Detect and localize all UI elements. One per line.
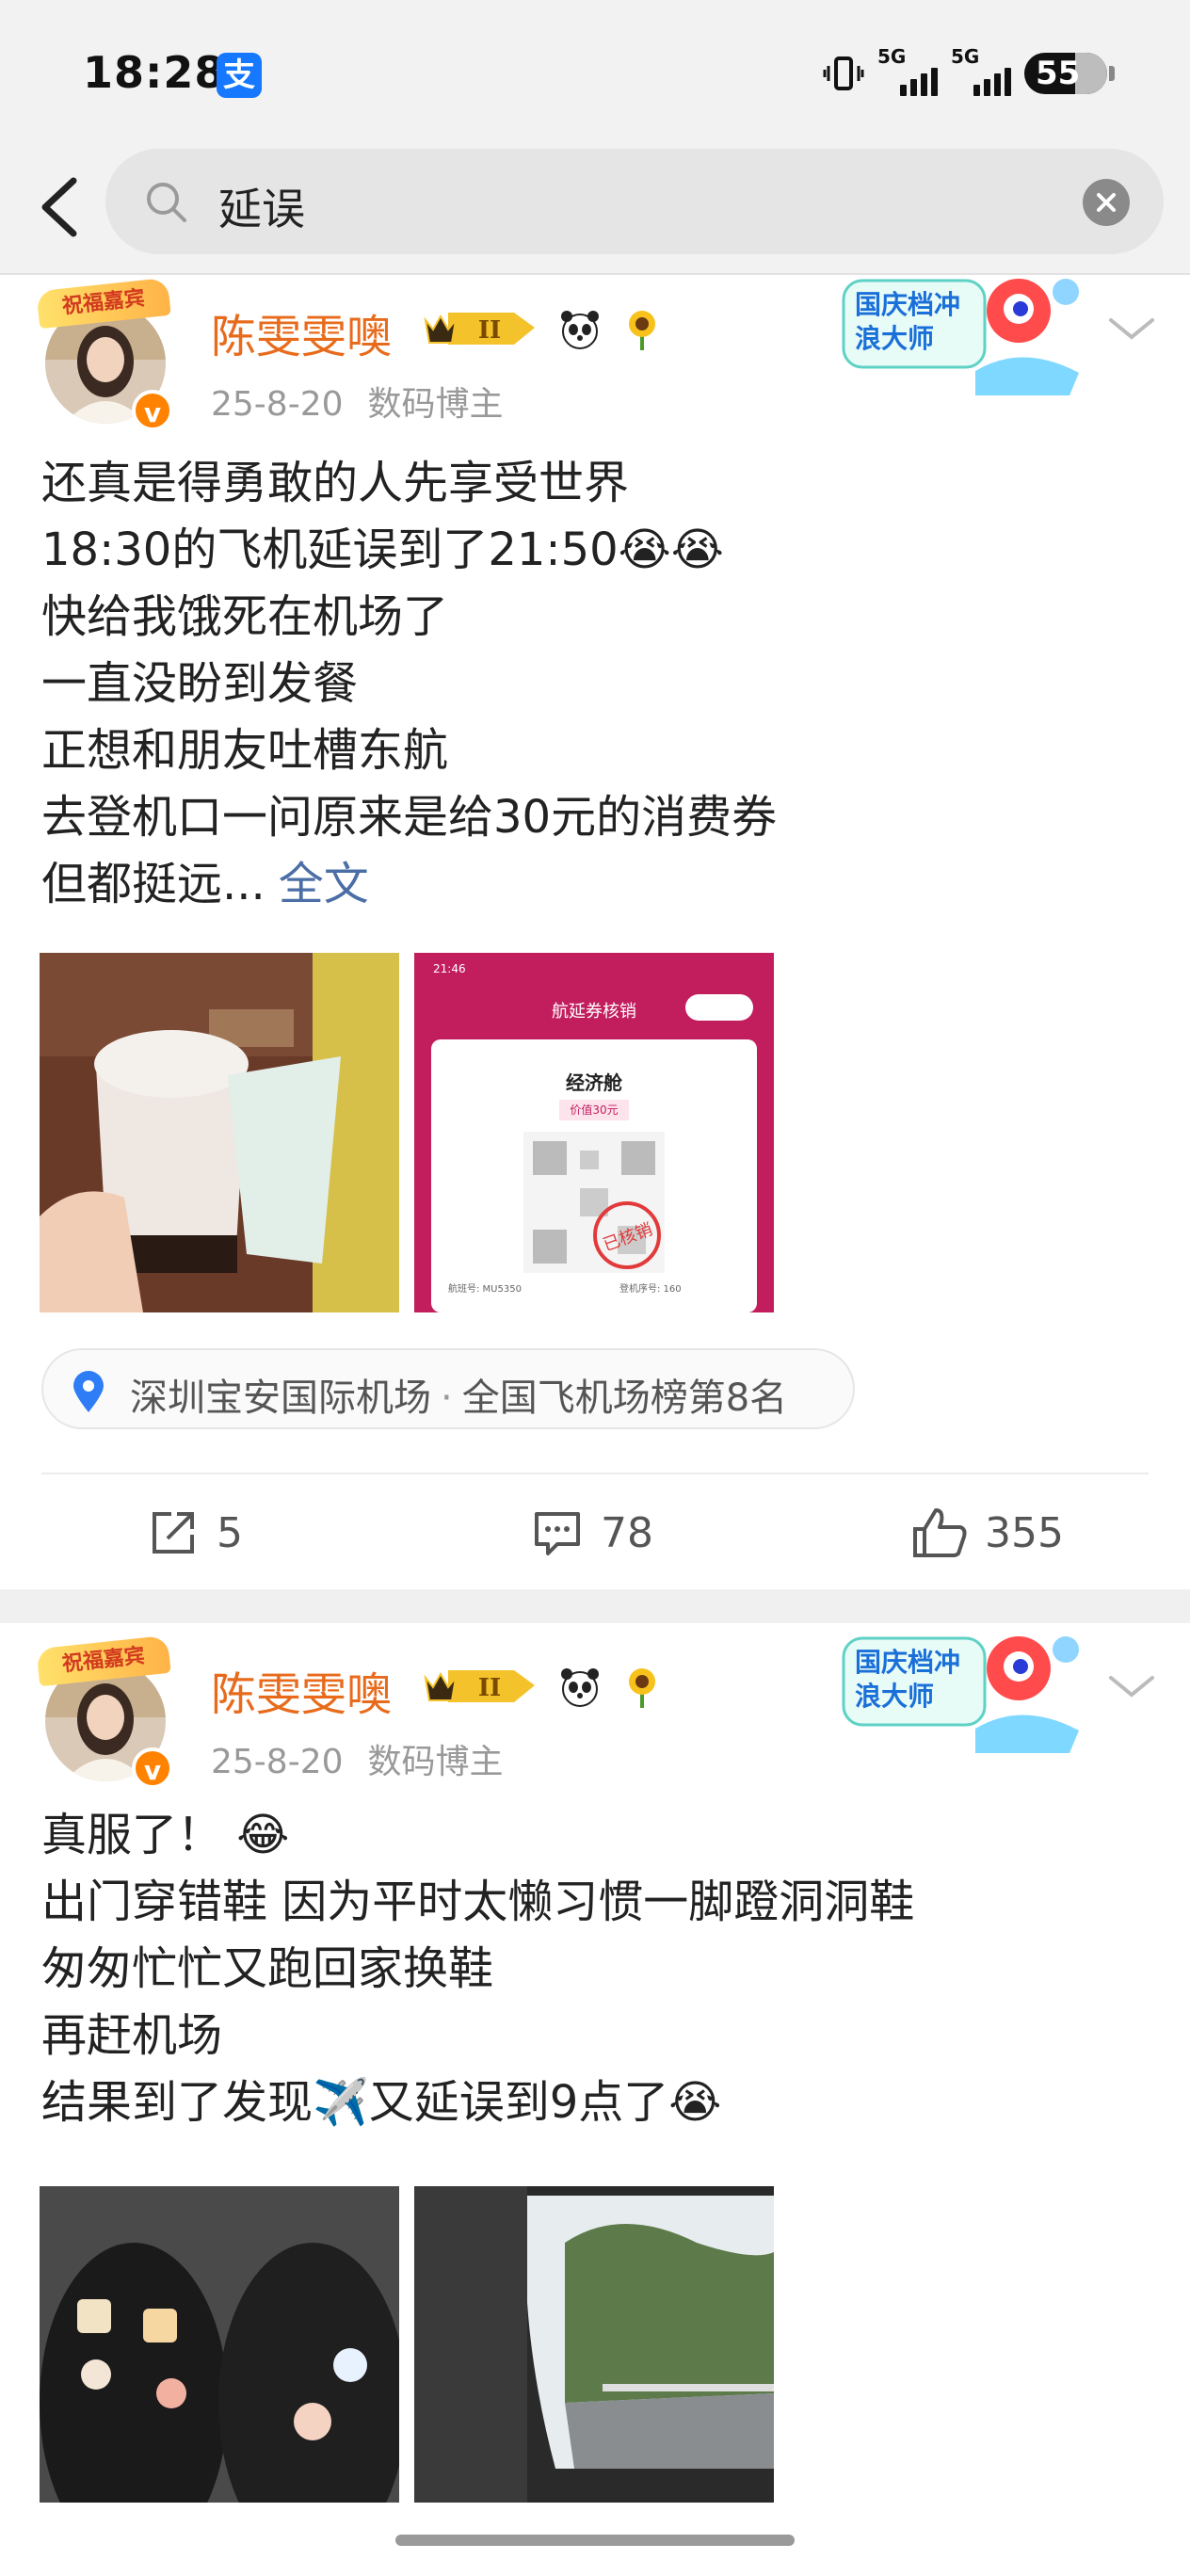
post-line: 出门穿错鞋 因为平时太懒习惯一脚蹬洞洞鞋 [41,1876,915,1928]
read-more-link[interactable]: 全文 [279,858,369,910]
comment-button[interactable]: 78 [531,1505,653,1561]
status-time: 18:28 [83,47,226,98]
verified-badge-icon: v [132,390,173,431]
chevron-down-icon[interactable] [1107,1672,1156,1700]
sticker-text: 国庆档冲浪大师 [855,1647,961,1712]
post-body[interactable]: 真服了！ 😂 出门穿错鞋 因为平时太懒习惯一脚蹬洞洞鞋 匆匆忙忙又跑回家换鞋 再… [41,1802,914,2136]
thumbs-up-icon [913,1508,967,1557]
like-button[interactable]: 355 [911,1505,1064,1561]
post-line: 去登机口一问原来是给30元的消费券 [41,791,778,844]
username[interactable]: 陈雯雯噢 [211,1657,392,1723]
user-tag: 数码博主 [367,385,504,424]
comment-count: 78 [601,1508,653,1557]
post-line: 但都挺远... [41,858,265,910]
search-input[interactable]: 延误 [105,149,1164,254]
post-date: 25-8-20 [211,385,344,424]
status-indicators: 5G 5G 55 [823,45,1115,98]
post-body[interactable]: 还真是得勇敢的人先享受世界 18:30的飞机延误到了21:50😭😭 快给我饿死在… [41,450,777,918]
location-tag[interactable]: 深圳宝安国际机场 · 全国飞机场榜第8名 [41,1348,855,1429]
svg-text:II: II [478,316,501,345]
post-line: 18:30的飞机延误到了21:50😭😭 [41,523,724,576]
battery-icon: 55 [1024,53,1107,94]
avatar[interactable]: 祝福嘉宾 v [36,1634,173,1789]
back-arrow-icon[interactable] [28,169,94,245]
chevron-down-icon[interactable] [1107,314,1156,343]
share-button[interactable]: 5 [147,1505,243,1561]
panda-icon [561,311,599,349]
post-line: 再赶机场 [41,2009,223,2062]
battery-tip [1109,66,1115,81]
location-pin-icon [73,1371,104,1412]
post-line: 结果到了发现✈️又延误到9点了😭 [41,2076,722,2129]
avatar[interactable]: 祝福嘉宾 v [36,277,173,431]
post-line: 真服了！ 😂 [41,1809,290,1861]
voucher-card: 经济舱 价值30元 已核销 航班号: MU5350 登机序号: 160 [431,1039,757,1312]
post-image-shoes[interactable] [40,2186,399,2503]
sunflower-icon [629,1668,655,1708]
feed-separator [0,1589,1190,1623]
like-count: 355 [985,1508,1064,1557]
voucher-seq: 登机序号: 160 [619,1284,682,1295]
location-dot: · [441,1377,453,1420]
avatar-frame-tag: 祝福嘉宾 [36,277,171,330]
sticker-text: 国庆档冲浪大师 [855,289,961,354]
post-date: 25-8-20 [211,1743,344,1781]
status-bar: 18:28 支 5G 5G 55 [0,0,1190,141]
post-image-milk-tea[interactable] [40,953,399,1312]
signal-icon-2: 5G [951,45,1011,96]
post-card[interactable]: 祝福嘉宾 v 陈雯雯噢 II 25-8-20 数码博主 国庆档冲浪大师 真服了！ … [0,1623,1190,2576]
post-image-car-window[interactable] [414,2186,774,2503]
share-icon [153,1512,194,1554]
mini-program-capsule [685,994,753,1021]
actions-divider [41,1473,1149,1474]
clear-search-button[interactable] [1083,179,1130,226]
location-text: 深圳宝安国际机场 · 全国飞机场榜第8名 [130,1367,787,1422]
location-name: 深圳宝安国际机场 [130,1377,431,1420]
comment-icon [535,1512,580,1555]
post-line: 快给我饿死在机场了 [41,590,449,643]
voucher-status-time: 21:46 [433,962,466,975]
close-icon [1097,193,1116,212]
search-icon [147,183,186,222]
post-image-voucher-screenshot[interactable]: 21:46 航延券核销 经济舱 价值30元 已核销 航班号: MU5350 登机… [414,953,774,1312]
post-card[interactable]: 祝福嘉宾 v 陈雯雯噢 II 25-8-20 数码博主 国庆档冲浪大师 还真是得勇… [0,275,1190,1586]
search-query: 延误 [218,184,305,234]
alipay-notification-icon: 支 [217,53,262,98]
post-line: 还真是得勇敢的人先享受世界 [41,457,630,509]
search-header: 延误 [0,141,1190,275]
svg-text:II: II [478,1674,501,1702]
voucher-cabin: 经济舱 [566,1071,622,1094]
signal-icon-1: 5G [877,45,938,96]
vip-crown-badge-icon[interactable]: II [420,1663,542,1708]
voucher-value: 价值30元 [559,1100,629,1120]
voucher-flight: 航班号: MU5350 [448,1284,522,1295]
vibrate-icon [823,56,864,90]
post-meta: 25-8-20 数码博主 [211,1734,504,1783]
post-line: 匆匆忙忙又跑回家换鞋 [41,1942,494,1995]
post-line: 一直没盼到发餐 [41,657,359,710]
qr-code-icon: 已核销 [523,1132,665,1273]
sunflower-icon [629,311,655,350]
location-rank: 全国飞机场榜第8名 [461,1377,788,1420]
avatar-frame-tag: 祝福嘉宾 [36,1634,171,1687]
post-line: 正想和朋友吐槽东航 [41,724,449,777]
card-sticker: 国庆档冲浪大师 [834,1625,1098,1766]
vip-crown-badge-icon[interactable]: II [420,305,542,350]
verified-badge-icon: v [132,1747,173,1789]
card-sticker: 国庆档冲浪大师 [834,267,1098,409]
home-indicator[interactable] [395,2535,795,2546]
panda-icon [561,1668,599,1707]
post-meta: 25-8-20 数码博主 [211,377,504,426]
share-count: 5 [217,1508,243,1557]
username[interactable]: 陈雯雯噢 [211,299,392,365]
user-tag: 数码博主 [367,1743,504,1781]
battery-level: 55 [1036,55,1081,92]
